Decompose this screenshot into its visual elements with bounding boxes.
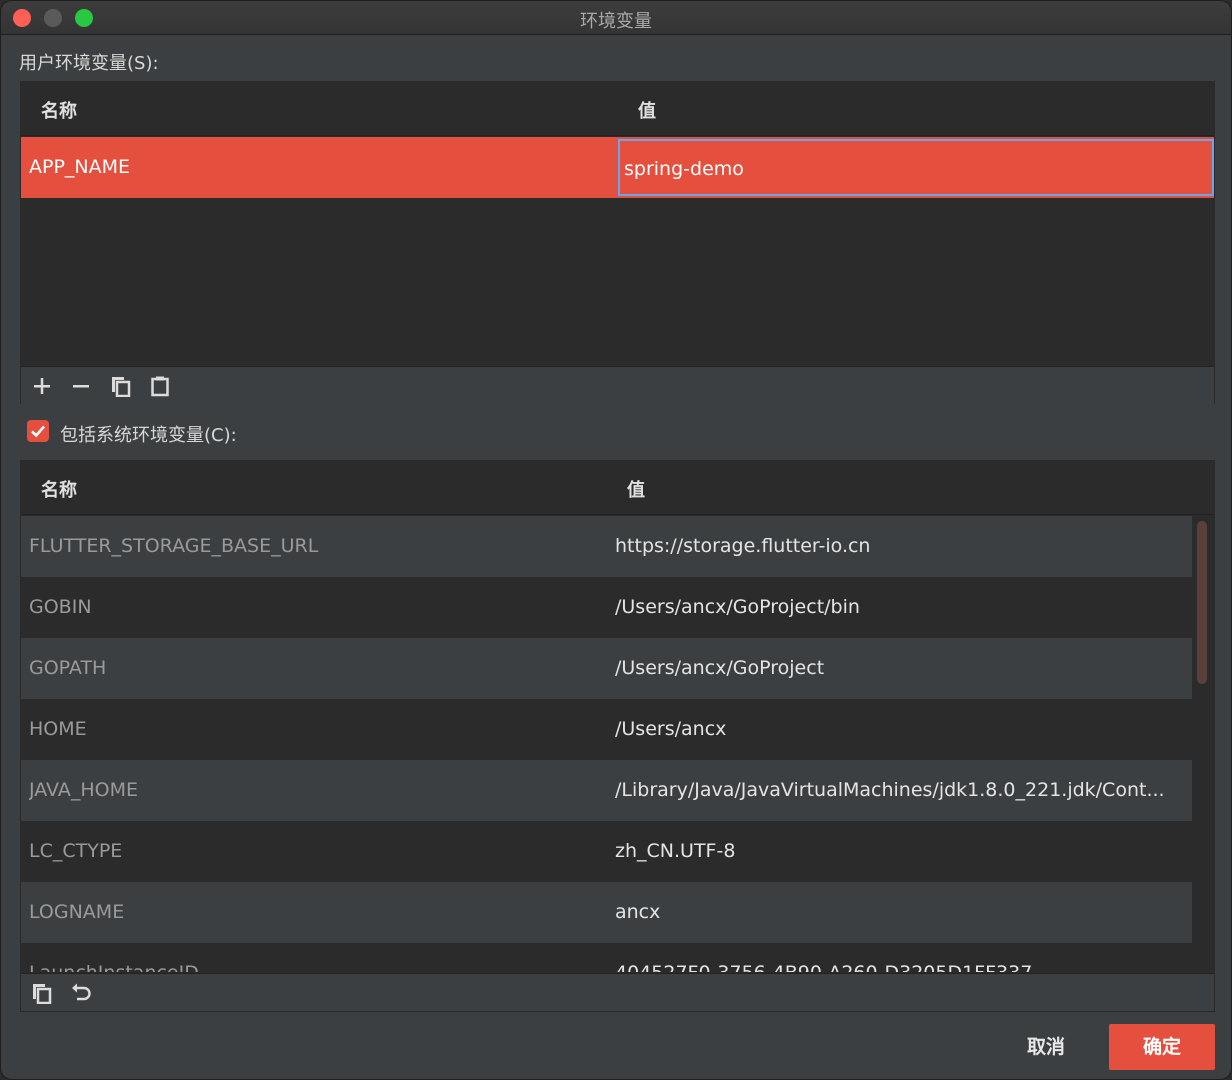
paste-icon[interactable]	[149, 375, 171, 397]
table-row[interactable]: LC_CTYPE zh_CN.UTF-8	[21, 821, 1192, 882]
var-name: GOBIN	[29, 596, 92, 618]
table-row[interactable]: LOGNAME ancx	[21, 882, 1192, 943]
user-table-toolbar	[21, 366, 1214, 404]
var-value: 404527F0-3756-4B90-A260-D3205D1FF337	[615, 943, 1185, 972]
system-table-body: FLUTTER_STORAGE_BASE_URL https://storage…	[21, 516, 1192, 972]
table-row[interactable]: GOPATH /Users/ancx/GoProject	[21, 638, 1192, 699]
var-value: /Library/Java/JavaVirtualMachines/jdk1.8…	[615, 779, 1165, 801]
user-env-label: 用户环境变量(S):	[19, 53, 159, 74]
var-value: /Users/ancx/GoProject	[615, 657, 825, 679]
table-row[interactable]: JAVA_HOME /Library/Java/JavaVirtualMachi…	[21, 760, 1192, 821]
plus-icon[interactable]	[31, 375, 53, 397]
column-header-name[interactable]: 名称	[41, 97, 77, 123]
cancel-button[interactable]: 取消	[1001, 1024, 1091, 1070]
table-row[interactable]: LaunchInstanceID 404527F0-3756-4B90-A260…	[21, 943, 1192, 972]
var-name: GOPATH	[29, 657, 107, 679]
system-table-scrollbar[interactable]	[1197, 521, 1207, 684]
minus-icon[interactable]	[70, 375, 92, 397]
copy-icon[interactable]	[31, 982, 53, 1005]
column-header-value[interactable]: 值	[627, 476, 645, 502]
var-value: ancx	[615, 901, 661, 923]
user-var-value-editor[interactable]: spring-demo	[618, 139, 1214, 196]
var-value: https://storage.flutter-io.cn	[615, 535, 871, 557]
var-name: JAVA_HOME	[29, 779, 138, 801]
user-env-table: 名称 值 APP_NAME spring-demo	[20, 81, 1215, 404]
include-system-vars-label[interactable]: 包括系统环境变量(C):	[60, 421, 237, 447]
var-value: /Users/ancx	[615, 718, 727, 740]
var-name: LOGNAME	[29, 901, 125, 923]
system-env-table: 名称 值 FLUTTER_STORAGE_BASE_URL https://st…	[20, 460, 1215, 1012]
var-name: FLUTTER_STORAGE_BASE_URL	[29, 535, 319, 557]
table-row[interactable]: HOME /Users/ancx	[21, 699, 1192, 760]
env-vars-dialog: 环境变量 用户环境变量(S): 名称 值 APP_NAME spring-dem…	[0, 0, 1232, 1080]
var-value: zh_CN.UTF-8	[615, 840, 736, 862]
system-table-header: 名称 值	[21, 461, 1214, 515]
include-system-vars-checkbox[interactable]	[27, 420, 49, 442]
user-var-name[interactable]: APP_NAME	[29, 137, 609, 198]
user-table-row[interactable]: APP_NAME spring-demo	[21, 137, 1214, 198]
user-table-header: 名称 值	[21, 82, 1214, 136]
column-header-value[interactable]: 值	[638, 97, 656, 123]
window-title: 环境变量	[580, 11, 652, 32]
column-header-name[interactable]: 名称	[41, 476, 77, 502]
var-name: LC_CTYPE	[29, 840, 123, 862]
system-table-toolbar	[21, 973, 1214, 1011]
table-row[interactable]: GOBIN /Users/ancx/GoProject/bin	[21, 577, 1192, 638]
user-var-value[interactable]: spring-demo	[624, 139, 1204, 200]
var-value: /Users/ancx/GoProject/bin	[615, 596, 860, 618]
copy-icon[interactable]	[110, 375, 132, 398]
var-name: HOME	[29, 718, 87, 740]
undo-icon[interactable]	[70, 982, 92, 1004]
ok-button[interactable]: 确定	[1109, 1024, 1215, 1070]
var-name: LaunchInstanceID	[29, 943, 599, 972]
title-bar: 环境变量	[1, 1, 1231, 35]
table-row[interactable]: FLUTTER_STORAGE_BASE_URL https://storage…	[21, 516, 1192, 577]
